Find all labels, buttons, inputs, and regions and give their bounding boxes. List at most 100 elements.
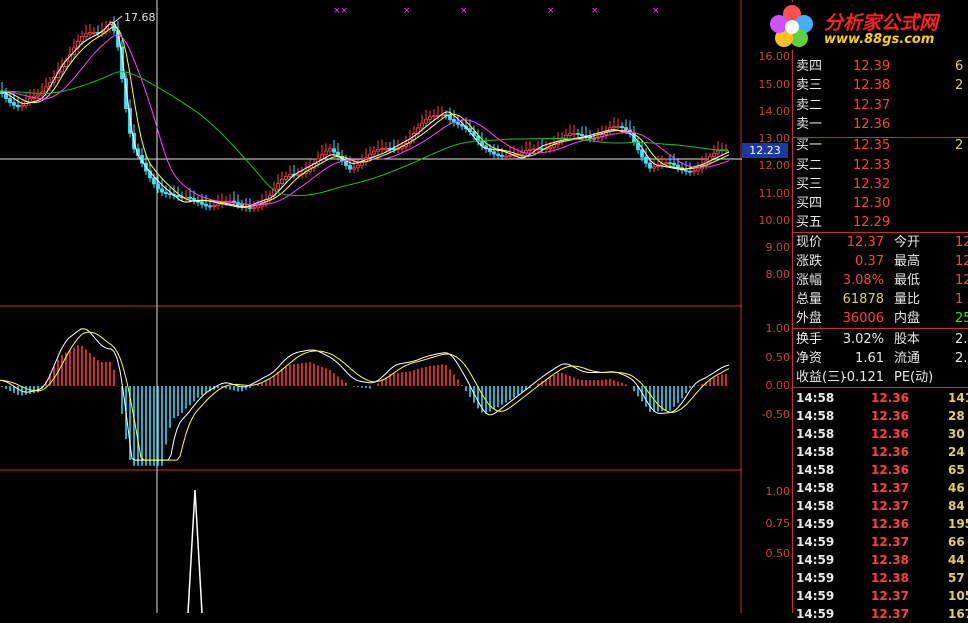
order-book-label: 卖二: [796, 97, 823, 113]
candle-body: [548, 146, 552, 150]
candle-body: [616, 126, 620, 128]
order-book-row: 卖二 12.37: [793, 96, 968, 115]
fundamental-label: 换手: [796, 332, 823, 347]
order-book-row: 买四 12.30: [793, 194, 968, 213]
candle-body: [564, 134, 568, 139]
quote-label-2: 量比: [894, 292, 921, 307]
quote-value-2: 12: [955, 235, 968, 250]
candle-body: [384, 148, 388, 150]
candle-body: [620, 126, 624, 129]
quote-value: 12.37: [846, 235, 884, 250]
candle-body: [696, 168, 700, 172]
macd-tick-1: 1.00: [765, 322, 791, 335]
fundamental-value-2: 2.0: [955, 351, 968, 366]
macd-tick-0: 0.00: [765, 379, 791, 392]
signal-marker: ×: [460, 6, 468, 16]
quote-label-2: 最高: [894, 254, 921, 269]
quote-label: 外盘: [796, 311, 823, 326]
candle-body: [164, 191, 168, 195]
price-axis: 16.00 15.00 14.00 13.00 12.00 11.00 10.0…: [742, 0, 792, 613]
tick-price: 12.36: [871, 517, 909, 531]
tick-volume: 105: [948, 589, 968, 603]
indicator-spike: [187, 489, 203, 614]
tick-price: 12.38: [871, 571, 909, 585]
fundamental-row: 换手 3.02% 股本 2.0: [793, 330, 968, 349]
kline-chart[interactable]: ×× × × × × × 17.68: [0, 0, 742, 614]
tick-price: 12.36: [871, 445, 909, 459]
fundamental-value-2: 2.0: [955, 332, 968, 347]
high-value-label: 17.68: [124, 11, 156, 24]
tick-volume: 57: [948, 571, 965, 585]
order-book-label: 买五: [796, 215, 823, 231]
indicator-panel: [187, 489, 203, 614]
order-book-label: 买四: [796, 196, 823, 212]
quote-label-2: 内盘: [894, 311, 921, 326]
tick-row: 14:59 12.37 167: [793, 605, 968, 623]
candle-body: [84, 33, 88, 37]
candle-body: [640, 149, 644, 158]
tick-volume: 66: [948, 535, 965, 549]
candle-body: [424, 118, 428, 124]
tick-row: 14:59 12.37 105: [793, 587, 968, 605]
candle-body: [580, 133, 584, 137]
tick-row: 14:58 12.36 65: [793, 461, 968, 479]
candle-body: [612, 126, 616, 129]
quote-label: 涨跌: [796, 254, 823, 269]
candle-body: [252, 207, 256, 210]
order-book-label: 卖一: [796, 116, 823, 132]
candle-body: [208, 205, 212, 208]
signal-markers: ×× × × × × ×: [333, 6, 660, 16]
order-book-row: 买五 12.29: [793, 213, 968, 232]
fundamental-label-2: 流通: [894, 351, 921, 366]
tick-volume: 44: [948, 553, 965, 567]
candle-body: [324, 150, 328, 155]
candle-body: [420, 122, 424, 129]
quote-value: 3.08%: [842, 273, 884, 288]
macd-tick-0.5: 0.50: [765, 351, 791, 364]
tick-row: 14:58 12.36 24: [793, 443, 968, 461]
price-tick-15: 15.00: [758, 78, 791, 91]
quote-value: 61878: [842, 292, 884, 307]
macd-dea-line: [0, 331, 730, 461]
candle-body: [288, 173, 292, 177]
tick-row: 14:58 12.37 46: [793, 479, 968, 497]
candle-body: [532, 148, 536, 151]
candle-body: [192, 198, 196, 201]
price-tick-16: 16.00: [758, 50, 791, 63]
tick-time: 14:59: [796, 589, 835, 603]
candle-body: [648, 162, 652, 169]
order-book-price: 12.35: [853, 138, 891, 154]
tick-row: 14:58 12.36 141: [793, 389, 968, 407]
tick-row: 14:59 12.37 66: [793, 533, 968, 551]
tick-time: 14:58: [796, 409, 835, 423]
candle-body: [572, 133, 576, 135]
quote-value: 0.37: [855, 254, 884, 269]
candle-body: [256, 205, 260, 209]
candle-body: [692, 170, 696, 173]
tick-volume: 141: [948, 391, 968, 405]
candle-body: [168, 193, 172, 196]
candle-body: [296, 174, 300, 176]
kline-chart-area[interactable]: ×× × × × × × 17.68: [0, 0, 742, 614]
candle-body: [376, 149, 380, 152]
quote-value-2: 25: [955, 311, 968, 326]
flower-logo-icon: [770, 5, 813, 47]
candle-body: [232, 200, 236, 203]
order-book-row: 卖一 12.36: [793, 115, 968, 134]
fundamental-label-2: 股本: [894, 332, 921, 347]
ma20-line: [0, 34, 730, 206]
quote-value-2: 1: [955, 292, 964, 307]
order-book-price: 12.39: [853, 59, 891, 74]
signal-marker: ×: [403, 6, 411, 16]
candle-body: [668, 162, 672, 165]
candle-body: [496, 153, 500, 156]
tick-price: 12.37: [871, 535, 909, 549]
tick-volume: 84: [948, 499, 965, 513]
candle-body: [492, 151, 496, 155]
candle-body: [200, 201, 204, 205]
fundamental-value: -0.121: [842, 370, 884, 385]
candle-body: [176, 194, 180, 198]
candle-body: [16, 104, 20, 108]
chart-grid: [0, 0, 742, 613]
tick-row: 14:58 12.36 28: [793, 407, 968, 425]
